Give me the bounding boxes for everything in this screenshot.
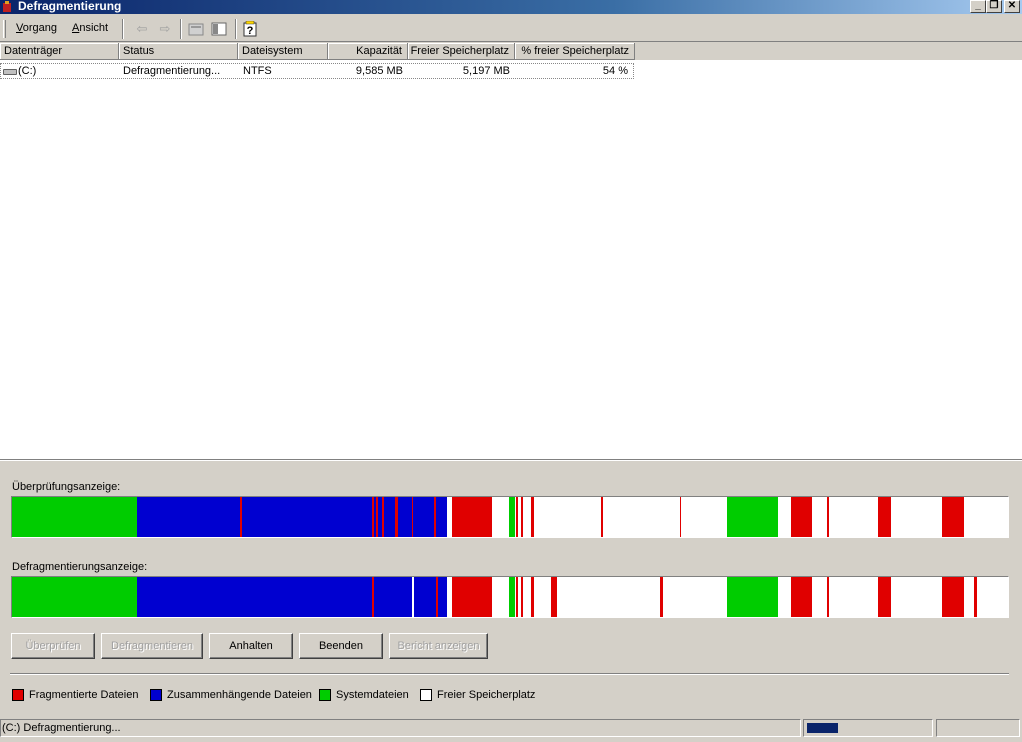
view-report-button[interactable]: Bericht anzeigen	[389, 633, 488, 659]
legend-swatch	[420, 689, 432, 701]
cluster-segment	[516, 497, 518, 537]
cluster-segment	[521, 577, 523, 617]
divider	[10, 673, 1009, 675]
cluster-segment	[660, 577, 663, 617]
properties-icon[interactable]	[187, 21, 205, 37]
column-header-free-space[interactable]: Freier Speicherplatz	[408, 43, 515, 60]
arrow-left-icon[interactable]: ⇦	[133, 21, 151, 37]
column-header-filesystem[interactable]: Dateisystem	[238, 43, 328, 60]
legend-label: Zusammenhängende Dateien	[167, 689, 312, 701]
cell-free-space: 5,197 MB	[462, 65, 510, 77]
menu-ansicht[interactable]: Ansicht	[72, 22, 108, 34]
column-header-drive[interactable]: Datenträger	[0, 43, 119, 60]
legend-swatch	[12, 689, 24, 701]
cluster-segment	[137, 577, 447, 617]
cell-free-percent: 54 %	[602, 65, 628, 77]
cluster-segment	[412, 497, 413, 537]
hard-drive-icon	[3, 69, 17, 75]
progress-fill	[807, 723, 838, 733]
cluster-segment	[434, 497, 436, 537]
cell-filesystem: NTFS	[243, 65, 272, 77]
pane-splitter[interactable]	[0, 459, 1022, 461]
cluster-segment	[12, 497, 137, 537]
cluster-segment	[395, 497, 398, 537]
analysis-display	[11, 496, 1009, 538]
cluster-segment	[382, 497, 384, 537]
close-button[interactable]: ✕	[1004, 0, 1020, 13]
column-header-free-percent[interactable]: % freier Speicherplatz	[515, 43, 635, 60]
toolbar-separator	[235, 19, 237, 39]
svg-text:?: ?	[247, 25, 254, 37]
cluster-segment	[452, 497, 492, 537]
cluster-segment	[137, 497, 447, 537]
column-header-status[interactable]: Status	[119, 43, 238, 60]
status-progress	[803, 719, 933, 737]
cell-status: Defragmentierung...	[123, 65, 221, 77]
cluster-segment	[827, 577, 829, 617]
status-text: (C:) Defragmentierung...	[0, 719, 801, 737]
cluster-segment	[521, 497, 523, 537]
legend-label: Freier Speicherplatz	[437, 689, 536, 701]
cluster-segment	[516, 577, 518, 617]
window-title: Defragmentierung	[18, 0, 122, 13]
cluster-segment	[531, 577, 534, 617]
defrag-display-label: Defragmentierungsanzeige:	[12, 561, 148, 573]
toolbar-separator	[122, 19, 124, 39]
menu-vorgang[interactable]: Vorgang	[16, 22, 57, 34]
cluster-segment	[376, 497, 378, 537]
cluster-segment	[727, 577, 778, 617]
cluster-segment	[942, 577, 964, 617]
cell-drive: (C:)	[18, 65, 37, 77]
defrag-display	[11, 576, 1009, 618]
stop-button[interactable]: Beenden	[299, 633, 383, 659]
cluster-segment	[974, 577, 977, 617]
analysis-display-label: Überprüfungsanzeige:	[12, 481, 121, 493]
cluster-segment	[452, 577, 492, 617]
cluster-segment	[372, 497, 374, 537]
menu-toolbar: Vorgang Ansicht ⇦ ⇨ ?	[0, 15, 1022, 42]
status-panel	[936, 719, 1020, 737]
pause-button[interactable]: Anhalten	[209, 633, 293, 659]
minimize-button[interactable]: _	[970, 0, 986, 13]
table-row[interactable]: (C:) Defragmentierung... NTFS 9,585 MB 5…	[0, 63, 634, 79]
legend-swatch	[319, 689, 331, 701]
cluster-segment	[412, 577, 414, 617]
cluster-segment	[727, 497, 778, 537]
volume-list: Datenträger Status Dateisystem Kapazität…	[0, 43, 1022, 459]
cluster-segment	[791, 577, 812, 617]
cluster-segment	[12, 577, 137, 617]
legend-swatch	[150, 689, 162, 701]
cell-capacity: 9,585 MB	[355, 65, 403, 77]
cluster-segment	[601, 497, 603, 537]
analyze-button[interactable]: Überprüfen	[11, 633, 95, 659]
arrow-right-icon[interactable]: ⇨	[156, 21, 174, 37]
defragment-button[interactable]: Defragmentieren	[101, 633, 203, 659]
view-icon[interactable]	[210, 21, 228, 37]
cluster-segment	[680, 497, 681, 537]
cluster-segment	[878, 577, 891, 617]
cluster-segment	[878, 497, 891, 537]
cluster-segment	[531, 497, 534, 537]
defrag-app-icon	[3, 1, 11, 12]
cluster-segment	[551, 577, 557, 617]
help-icon[interactable]: ?	[241, 20, 259, 37]
toolbar-separator	[180, 19, 182, 39]
cluster-segment	[827, 497, 829, 537]
cluster-segment	[509, 577, 515, 617]
legend-label: Systemdateien	[336, 689, 409, 701]
cluster-segment	[436, 577, 438, 617]
column-headers: Datenträger Status Dateisystem Kapazität…	[0, 43, 1022, 60]
column-header-capacity[interactable]: Kapazität	[328, 43, 408, 60]
restore-button[interactable]: ❐	[986, 0, 1002, 13]
cluster-segment	[791, 497, 812, 537]
cluster-segment	[509, 497, 515, 537]
title-bar: Defragmentierung _ ❐ ✕	[0, 0, 1022, 14]
toolbar-grip	[3, 20, 6, 38]
cluster-segment	[240, 497, 242, 537]
cluster-segment	[372, 577, 374, 617]
legend-label: Fragmentierte Dateien	[29, 689, 139, 701]
status-bar: (C:) Defragmentierung...	[0, 717, 1022, 742]
cluster-segment	[942, 497, 964, 537]
